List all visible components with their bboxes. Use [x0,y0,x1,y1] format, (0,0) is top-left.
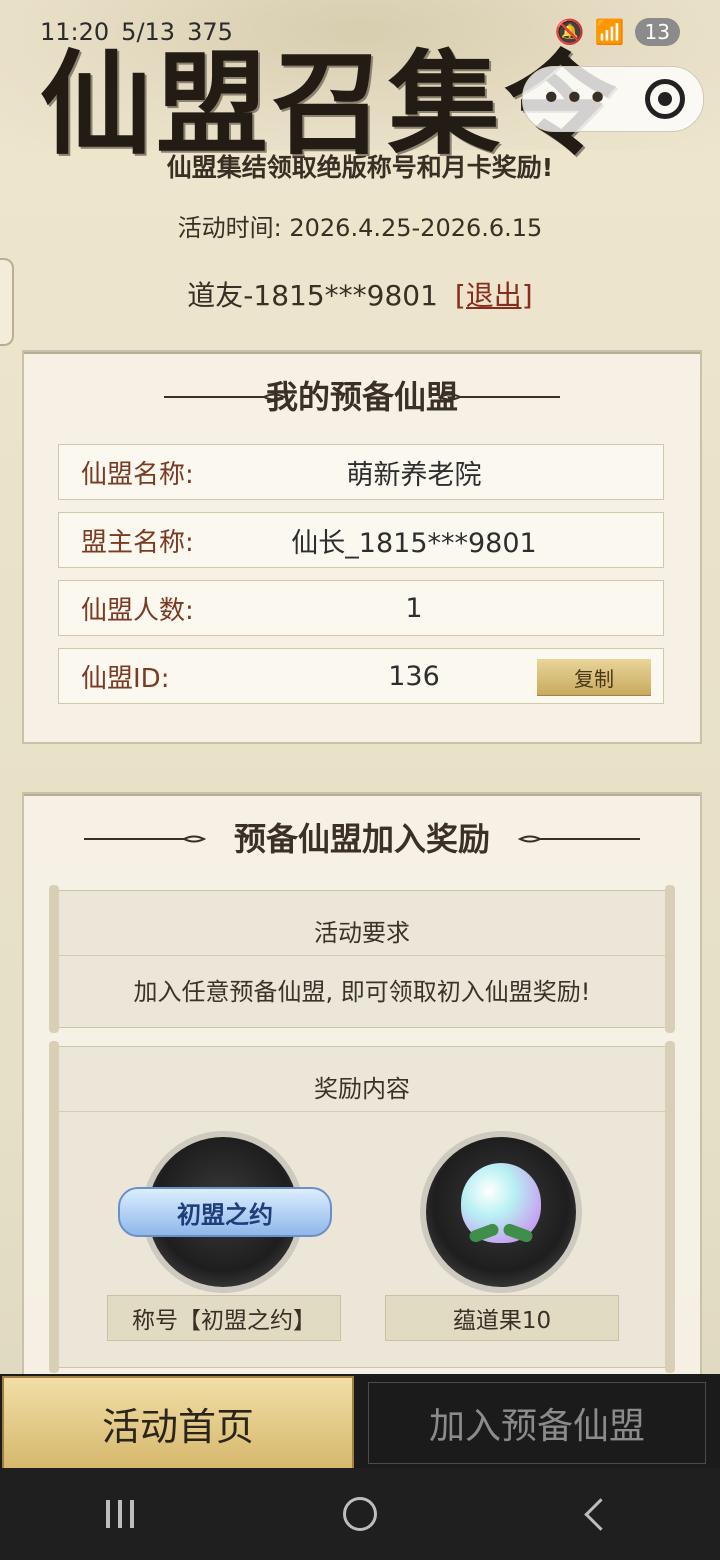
member-count-value: 1 [405,592,423,624]
activity-time: 活动时间: 2026.4.25-2026.6.15 [177,214,543,242]
my-alliance-title: 我的预备仙盟 [265,378,458,416]
flourish-right-icon [517,835,640,843]
more-icon[interactable]: ••• [541,81,611,117]
recent-apps-icon [106,1500,134,1528]
status-right: 🔕 📶 13 [555,18,680,46]
join-alliance-button[interactable]: 加入预备仙盟 [368,1382,706,1464]
alliance-name-value: 萌新养老院 [346,459,482,491]
recent-apps-button[interactable] [80,1484,160,1544]
status-left: 11:20 5/13 375 [40,18,233,46]
alliance-name-label: 仙盟名称: [81,459,194,490]
requirement-title: 活动要求 [59,891,665,956]
wifi-icon: 📶 [594,18,625,46]
home-button[interactable] [320,1484,400,1544]
requirement-box: 活动要求 加入任意预备仙盟, 即可领取初入仙盟奖励! [49,885,675,1033]
back-button[interactable] [560,1484,640,1544]
reward-content-title: 奖励内容 [59,1047,665,1112]
status-bar: 11:20 5/13 375 🔕 📶 13 [0,0,720,64]
member-count-label: 仙盟人数: [81,595,194,626]
requirement-text: 加入任意预备仙盟, 即可领取初入仙盟奖励! [133,978,591,1006]
bottom-action-bar: 活动首页 加入预备仙盟 [0,1374,720,1470]
title-badge-icon: 初盟之约 [118,1187,332,1237]
rewards-panel: 预备仙盟加入奖励 活动要求 加入任意预备仙盟, 即可领取初入仙盟奖励! 奖励内容… [22,792,702,1378]
home-icon [343,1497,377,1531]
data-rate: 375 [187,18,233,46]
alliance-id-label: 仙盟ID: [81,663,170,694]
close-target-icon[interactable] [645,79,686,119]
alliance-name-row: 仙盟名称: 萌新养老院 [58,444,664,500]
activity-home-button[interactable]: 活动首页 [2,1376,354,1470]
back-icon [583,1497,617,1531]
user-row: 道友-1815***9801 [退出] [0,274,720,314]
reward-content-box: 奖励内容 初盟之约 称号【初盟之约】 蕴道果10 [49,1041,675,1373]
my-alliance-panel: 我的预备仙盟 仙盟名称: 萌新养老院 盟主名称: 仙长_1815***9801 … [22,350,702,744]
reward-name: 称号【初盟之约】 [107,1295,341,1341]
alliance-id-row: 仙盟ID: 136 复制 [58,648,664,704]
user-name: 道友-1815***9801 [187,279,438,312]
status-time: 11:20 [40,18,110,46]
mini-program-capsule[interactable]: ••• [522,66,704,132]
reward-name: 蕴道果10 [385,1295,619,1341]
reward-items: 初盟之约 称号【初盟之约】 蕴道果10 [59,1127,665,1357]
leader-name-value: 仙长_1815***9801 [291,527,537,559]
flourish-right-icon [437,393,560,401]
mute-icon: 🔕 [554,18,585,46]
reward-item[interactable]: 蕴道果10 [385,1127,619,1357]
leader-name-row: 盟主名称: 仙长_1815***9801 [58,512,664,568]
status-date: 5/13 [121,18,176,46]
battery-badge: 13 [634,18,680,46]
copy-button[interactable]: 复制 [537,659,651,695]
logout-link[interactable]: [退出] [455,279,533,312]
reward-item[interactable]: 初盟之约 称号【初盟之约】 [107,1127,341,1357]
system-nav-bar [0,1468,720,1560]
member-count-row: 仙盟人数: 1 [58,580,664,636]
leader-name-label: 盟主名称: [81,527,194,558]
